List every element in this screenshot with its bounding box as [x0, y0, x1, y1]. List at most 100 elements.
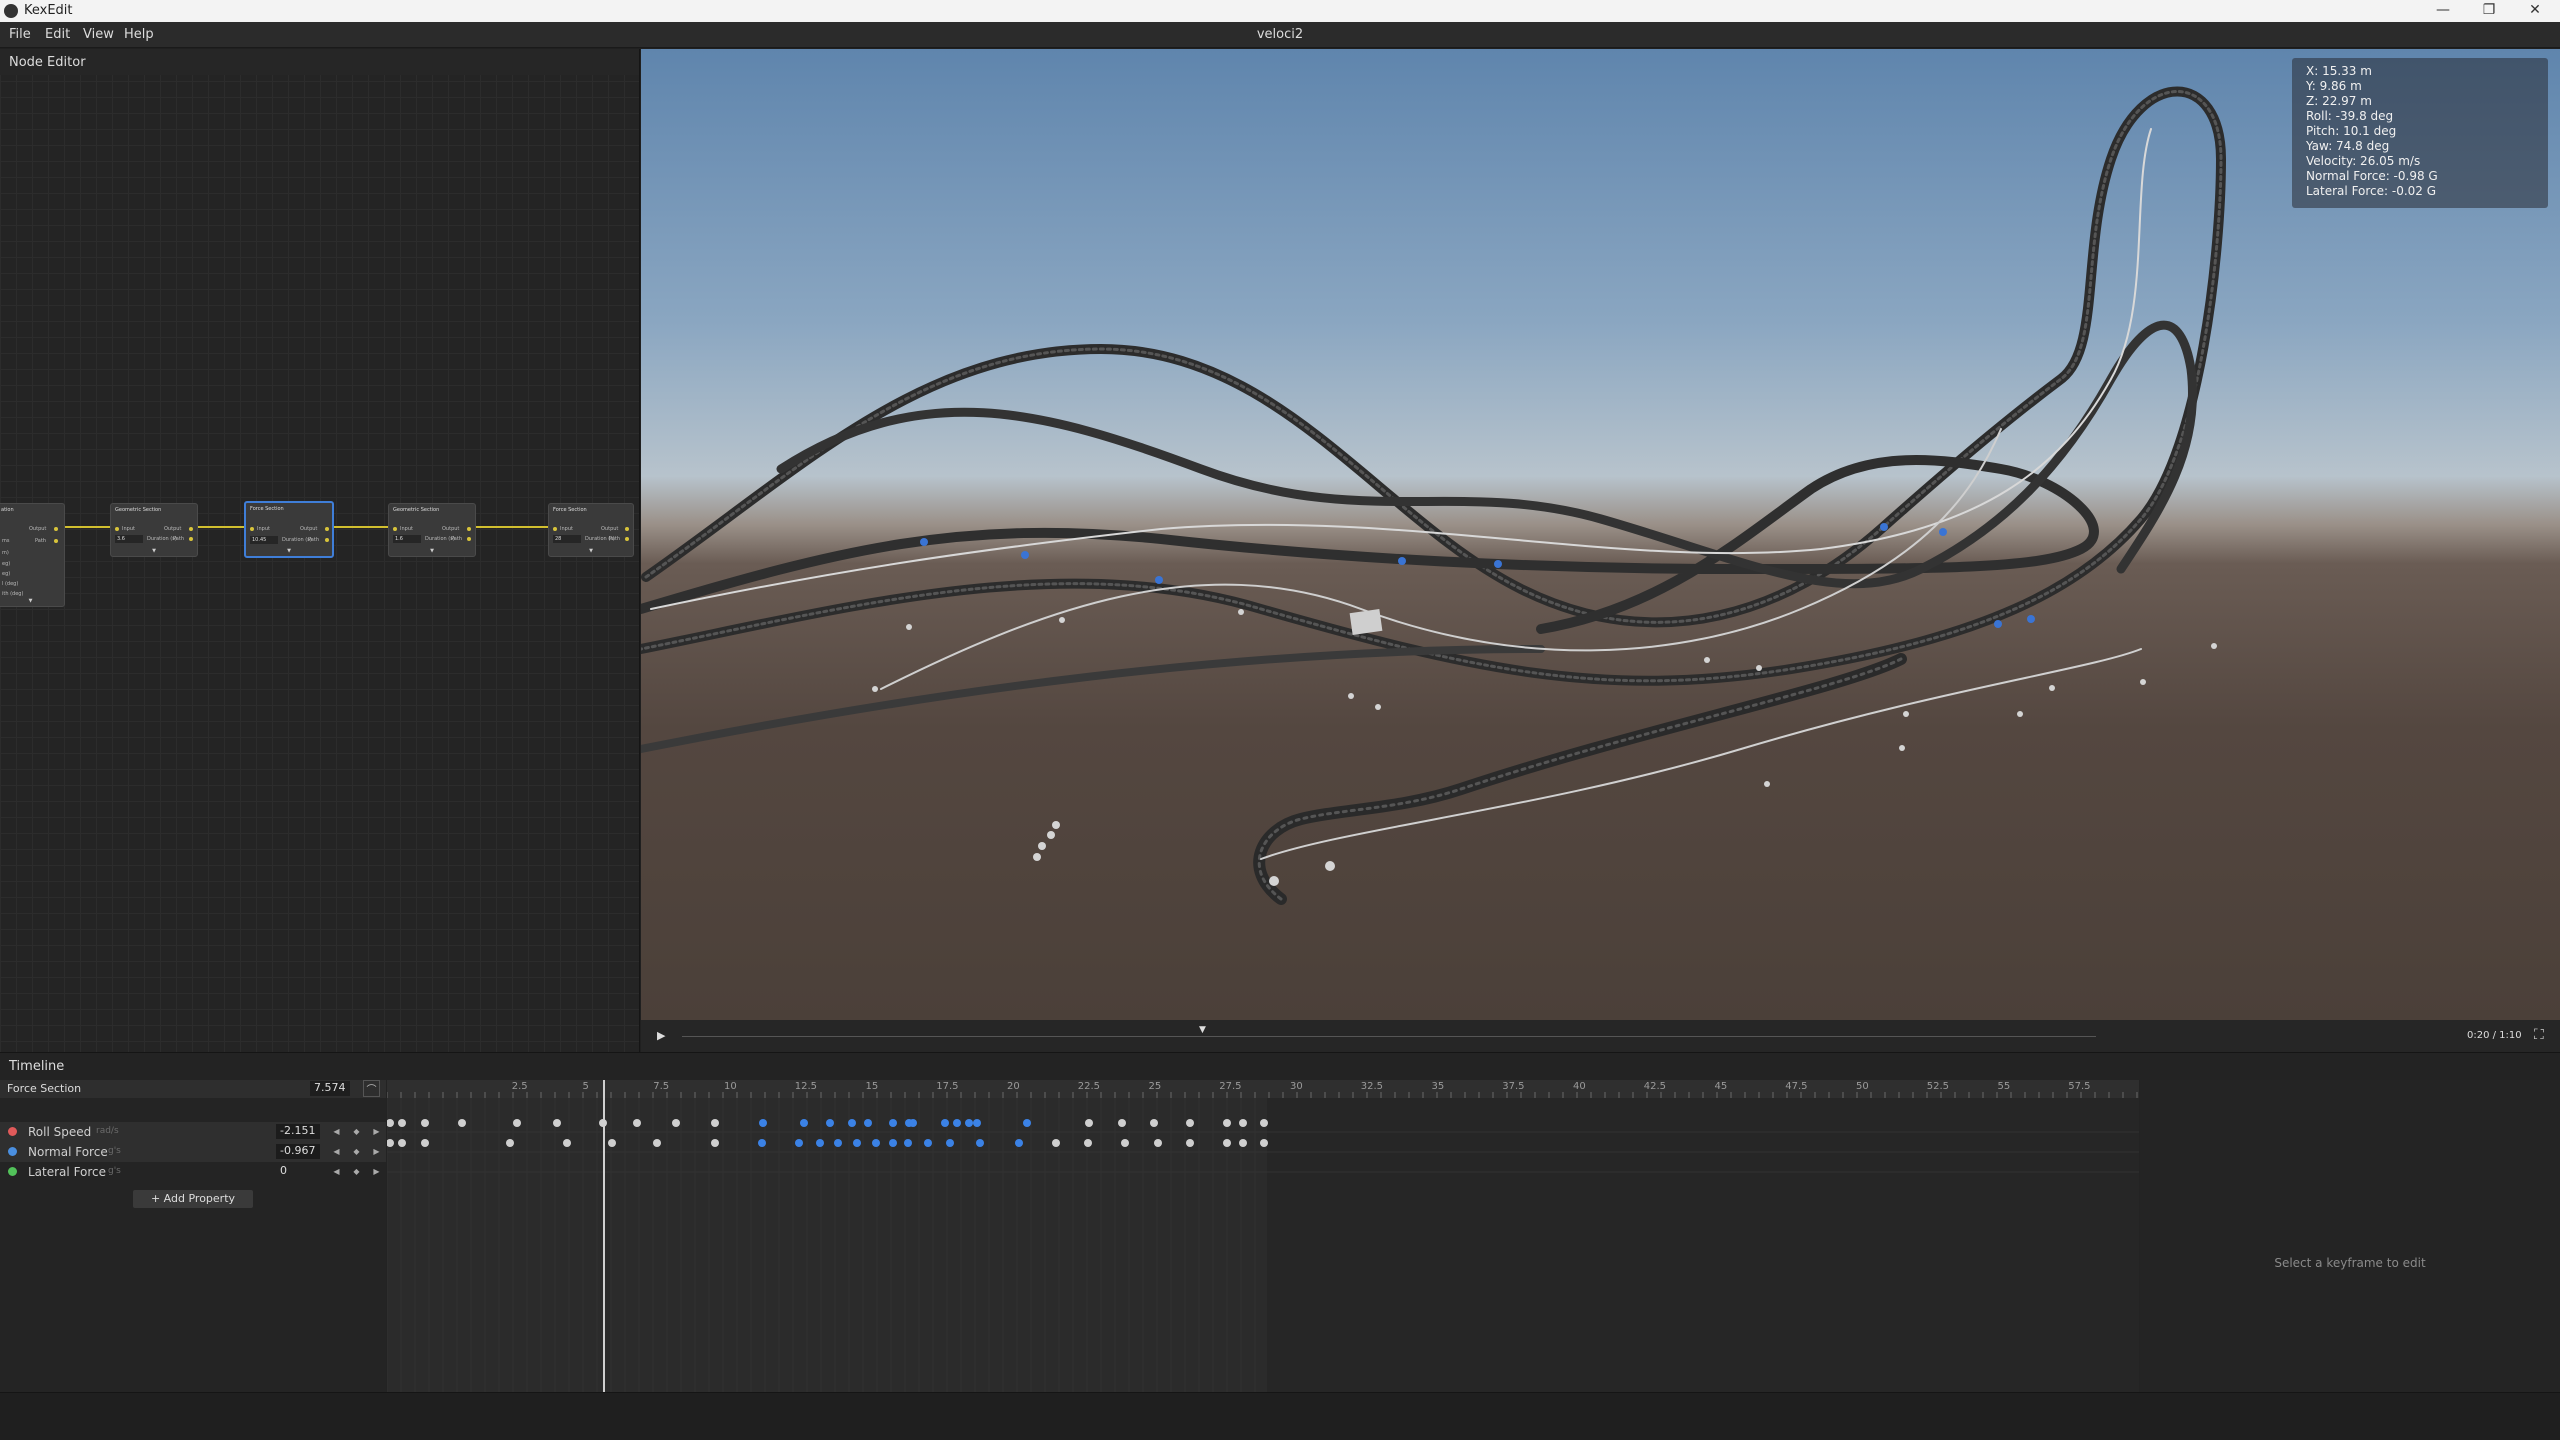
force-section-node[interactable]: Force Section Input Output 28 Duration (…: [548, 503, 634, 557]
keyframe-dot[interactable]: [872, 1139, 880, 1147]
keyframe-dot[interactable]: [421, 1119, 429, 1127]
keyframe-dot[interactable]: [1186, 1119, 1194, 1127]
input-port[interactable]: [115, 527, 119, 531]
property-row-roll-speed[interactable]: Roll Speed rad/s -2.151 ◀ ◆ ▶: [0, 1122, 386, 1142]
keyframe-dot[interactable]: [864, 1119, 872, 1127]
output-port[interactable]: [625, 527, 629, 531]
keyframe-dot[interactable]: [387, 1119, 394, 1127]
3d-viewport[interactable]: X: 15.33 m Y: 9.86 m Z: 22.97 m Roll: -3…: [641, 49, 2560, 1020]
keyframe-dot[interactable]: [795, 1139, 803, 1147]
keyframe-dot[interactable]: [1084, 1139, 1092, 1147]
keyframe-dot[interactable]: [973, 1119, 981, 1127]
curve-graph-icon[interactable]: ⌒: [363, 1080, 380, 1097]
keyframe-dot[interactable]: [941, 1119, 949, 1127]
add-keyframe-icon[interactable]: ◆: [351, 1125, 362, 1138]
expand-chevron-icon[interactable]: ▼: [246, 548, 332, 554]
path-port[interactable]: [625, 537, 629, 541]
next-keyframe-icon[interactable]: ▶: [371, 1165, 382, 1178]
keyframe-dot[interactable]: [553, 1119, 561, 1127]
property-row-lateral-force[interactable]: Lateral Force g's 0 ◀ ◆ ▶: [0, 1162, 386, 1182]
path-port[interactable]: [467, 537, 471, 541]
normal-force-value-field[interactable]: -0.967: [276, 1144, 320, 1159]
next-keyframe-icon[interactable]: ▶: [371, 1145, 382, 1158]
keyframe-dot[interactable]: [1052, 1139, 1060, 1147]
keyframe-dot[interactable]: [1239, 1139, 1247, 1147]
geometric-section-node[interactable]: Geometric Section Input Output 3.6 Durat…: [110, 503, 198, 557]
keyframe-dot[interactable]: [1150, 1119, 1158, 1127]
keyframe-dot[interactable]: [1260, 1119, 1268, 1127]
keyframe-dot[interactable]: [800, 1119, 808, 1127]
add-keyframe-icon[interactable]: ◆: [351, 1145, 362, 1158]
keyframe-dot[interactable]: [563, 1139, 571, 1147]
keyframe-dot[interactable]: [458, 1119, 466, 1127]
menu-help[interactable]: Help: [124, 27, 154, 42]
playback-scrubber[interactable]: [682, 1036, 2096, 1037]
keyframe-dot[interactable]: [1260, 1139, 1268, 1147]
keyframe-dot[interactable]: [834, 1139, 842, 1147]
keyframe-dot[interactable]: [506, 1139, 514, 1147]
node-editor-panel[interactable]: Node Editor ation Output ms Path m) eg) …: [0, 49, 640, 1052]
keyframe-dot[interactable]: [711, 1119, 719, 1127]
prev-keyframe-icon[interactable]: ◀: [331, 1165, 342, 1178]
keyframe-dot[interactable]: [1154, 1139, 1162, 1147]
timeline-track-area[interactable]: 2.5 5 7.5 10 12.5 15 17.5 20 22.5 25 27.5 30 32.5 35 3…: [387, 1080, 2139, 1393]
roll-speed-value-field[interactable]: -2.151: [276, 1124, 320, 1139]
prev-keyframe-icon[interactable]: ◀: [331, 1125, 342, 1138]
property-row-normal-force[interactable]: Normal Force g's -0.967 ◀ ◆ ▶: [0, 1142, 386, 1162]
duration-field[interactable]: 1.6: [393, 535, 421, 543]
keyframe-dot[interactable]: [889, 1119, 897, 1127]
minimize-button[interactable]: —: [2420, 0, 2466, 22]
keyframe-dot[interactable]: [608, 1139, 616, 1147]
keyframe-dot[interactable]: [1121, 1139, 1129, 1147]
keyframe-dot[interactable]: [904, 1139, 912, 1147]
expand-chevron-icon[interactable]: ▼: [549, 548, 633, 554]
keyframe-dot[interactable]: [633, 1119, 641, 1127]
maximize-button[interactable]: ❐: [2466, 0, 2512, 22]
keyframe-dot[interactable]: [853, 1139, 861, 1147]
timeline-playhead[interactable]: [603, 1080, 605, 1393]
keyframe-dot[interactable]: [1186, 1139, 1194, 1147]
next-keyframe-icon[interactable]: ▶: [371, 1125, 382, 1138]
keyframe-dot[interactable]: [1239, 1119, 1247, 1127]
duration-field[interactable]: 28: [553, 535, 581, 543]
menu-file[interactable]: File: [9, 27, 31, 42]
input-port[interactable]: [250, 527, 254, 531]
section-duration-field[interactable]: 7.574: [310, 1081, 350, 1096]
input-port[interactable]: [393, 527, 397, 531]
add-keyframe-icon[interactable]: ◆: [351, 1165, 362, 1178]
duration-field[interactable]: 10.45: [250, 536, 278, 544]
keyframe-dot[interactable]: [398, 1139, 406, 1147]
path-port[interactable]: [54, 539, 58, 543]
keyframe-dot[interactable]: [1223, 1139, 1231, 1147]
keyframe-dot[interactable]: [1015, 1139, 1023, 1147]
keyframe-dot[interactable]: [909, 1119, 917, 1127]
keyframe-dot[interactable]: [421, 1139, 429, 1147]
geometric-section-node[interactable]: Geometric Section Input Output 1.6 Durat…: [388, 503, 476, 557]
input-port[interactable]: [553, 527, 557, 531]
keyframe-dot[interactable]: [387, 1139, 394, 1147]
keyframe-dot[interactable]: [1118, 1119, 1126, 1127]
keyframe-dot[interactable]: [1023, 1119, 1031, 1127]
duration-field[interactable]: 3.6: [115, 535, 143, 543]
expand-chevron-icon[interactable]: ▼: [0, 598, 64, 604]
keyframe-dot[interactable]: [1085, 1119, 1093, 1127]
keyframe-dot[interactable]: [976, 1139, 984, 1147]
keyframe-dot[interactable]: [946, 1139, 954, 1147]
keyframe-dot[interactable]: [1223, 1119, 1231, 1127]
keyframe-dot[interactable]: [965, 1119, 973, 1127]
path-port[interactable]: [325, 538, 329, 542]
keyframe-dot[interactable]: [848, 1119, 856, 1127]
keyframe-dot[interactable]: [889, 1139, 897, 1147]
play-icon[interactable]: ▶: [657, 1029, 665, 1042]
keyframe-dot[interactable]: [758, 1139, 766, 1147]
keyframe-dot[interactable]: [816, 1139, 824, 1147]
output-port[interactable]: [189, 527, 193, 531]
keyframe-dot[interactable]: [953, 1119, 961, 1127]
close-button[interactable]: ✕: [2512, 0, 2558, 22]
fullscreen-icon[interactable]: ⛶: [2534, 1027, 2544, 1043]
keyframe-dot[interactable]: [653, 1139, 661, 1147]
menu-edit[interactable]: Edit: [45, 27, 70, 42]
keyframe-lanes[interactable]: [387, 1080, 2139, 1393]
keyframe-dot[interactable]: [711, 1139, 719, 1147]
keyframe-dot[interactable]: [398, 1119, 406, 1127]
